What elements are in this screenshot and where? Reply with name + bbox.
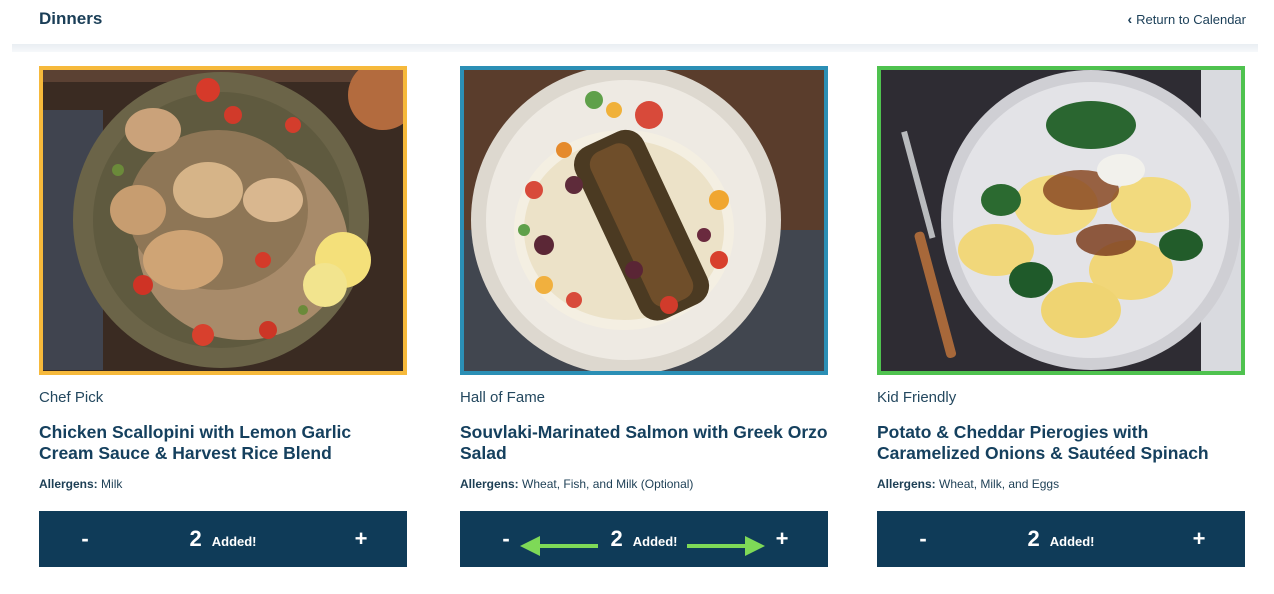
meal-name[interactable]: Souvlaki-Marinated Salmon with Greek Orz… <box>460 422 828 464</box>
added-label: Added! <box>632 534 678 549</box>
quantity-display: 2 Added! <box>1027 526 1094 552</box>
page-title: Dinners <box>39 9 103 28</box>
meal-name[interactable]: Chicken Scallopini with Lemon Garlic Cre… <box>39 422 407 464</box>
allergens-label: Allergens: <box>460 477 519 491</box>
quantity-value: 2 <box>1027 526 1040 551</box>
meal-badge: Chef Pick <box>39 389 104 406</box>
return-to-calendar-label: Return to Calendar <box>1136 11 1246 27</box>
meal-photo[interactable] <box>39 66 407 375</box>
quantity-value: 2 <box>189 526 202 551</box>
meal-photo[interactable] <box>460 66 828 375</box>
meal-card-potato-pierogies: Kid Friendly Potato & Cheddar Pierogies … <box>877 66 1245 568</box>
decrease-button[interactable]: - <box>496 526 516 552</box>
pierogies-plate-image <box>881 70 1241 371</box>
allergens-value: Wheat, Milk, and Eggs <box>939 477 1060 491</box>
meal-allergens: Allergens: Milk <box>39 477 122 491</box>
quantity-value: 2 <box>610 526 623 551</box>
allergens-label: Allergens: <box>39 477 98 491</box>
quantity-stepper: - 2 Added! + <box>39 511 407 567</box>
arrow-right-icon <box>687 536 765 556</box>
meal-card-souvlaki-salmon: Hall of Fame Souvlaki-Marinated Salmon w… <box>460 66 828 568</box>
added-label: Added! <box>1049 534 1095 549</box>
allergens-value: Wheat, Fish, and Milk (Optional) <box>522 477 694 491</box>
salmon-plate-image <box>464 70 824 371</box>
increase-button[interactable]: + <box>772 526 792 552</box>
decrease-button[interactable]: - <box>913 526 933 552</box>
meal-badge: Hall of Fame <box>460 389 546 406</box>
page-header: Dinners ‹ Return to Calendar <box>0 0 1274 44</box>
arrow-left-icon <box>520 536 598 556</box>
increase-button[interactable]: + <box>351 526 371 552</box>
quantity-stepper: - 2 Added! + <box>877 511 1245 567</box>
header-divider <box>12 44 1258 52</box>
return-to-calendar-link[interactable]: ‹ Return to Calendar <box>1127 11 1246 27</box>
chicken-plate-image <box>43 70 403 371</box>
meal-photo[interactable] <box>877 66 1245 375</box>
decrease-button[interactable]: - <box>75 526 95 552</box>
quantity-display: 2 Added! <box>189 526 256 552</box>
allergens-label: Allergens: <box>877 477 936 491</box>
meal-name[interactable]: Potato & Cheddar Pierogies with Carameli… <box>877 422 1245 464</box>
allergens-value: Milk <box>101 477 123 491</box>
meal-allergens: Allergens: Wheat, Fish, and Milk (Option… <box>460 477 693 491</box>
meal-allergens: Allergens: Wheat, Milk, and Eggs <box>877 477 1059 491</box>
meal-badge: Kid Friendly <box>877 389 957 406</box>
chevron-left-icon: ‹ <box>1127 11 1133 27</box>
increase-button[interactable]: + <box>1189 526 1209 552</box>
quantity-display: 2 Added! <box>610 526 677 552</box>
quantity-stepper: - 2 Added! + <box>460 511 828 567</box>
meal-card-chicken-scallopini: Chef Pick Chicken Scallopini with Lemon … <box>39 66 407 568</box>
added-label: Added! <box>211 534 257 549</box>
